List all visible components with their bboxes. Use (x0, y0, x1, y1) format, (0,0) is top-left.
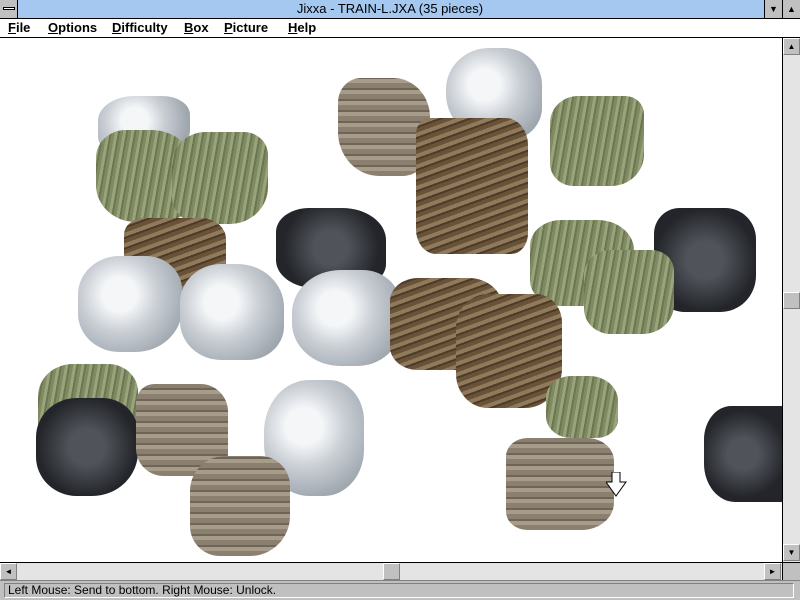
pointer-cursor-icon (606, 472, 627, 497)
system-menu-button[interactable] (0, 0, 18, 18)
menu-help[interactable]: Help (288, 20, 316, 35)
menu-file[interactable]: File (8, 20, 30, 35)
scroll-up-button[interactable]: ▲ (783, 38, 800, 55)
puzzle-piece[interactable] (506, 438, 614, 530)
status-bar: Left Mouse: Send to bottom. Right Mouse:… (0, 580, 800, 600)
puzzle-piece[interactable] (292, 270, 400, 366)
menu-box[interactable]: Box (184, 20, 209, 35)
puzzle-piece[interactable] (190, 456, 290, 556)
scroll-left-button[interactable]: ◄ (0, 563, 17, 580)
minimize-icon: ▼ (769, 3, 778, 14)
puzzle-piece[interactable] (416, 118, 528, 254)
puzzle-piece[interactable] (550, 96, 644, 186)
puzzle-piece[interactable] (546, 376, 618, 438)
puzzle-piece[interactable] (172, 132, 268, 224)
status-text: Left Mouse: Send to bottom. Right Mouse:… (4, 583, 794, 598)
puzzle-piece[interactable] (584, 250, 674, 334)
menu-picture[interactable]: Picture (224, 20, 268, 35)
horizontal-scrollbar[interactable]: ◄ ► (0, 562, 782, 580)
menu-options[interactable]: Options (48, 20, 97, 35)
menu-difficulty[interactable]: Difficulty (112, 20, 168, 35)
horizontal-scroll-thumb[interactable] (383, 563, 400, 580)
arrow-up-icon: ▲ (787, 42, 796, 51)
maximize-button[interactable]: ▲ (782, 0, 800, 18)
scroll-right-button[interactable]: ► (764, 563, 781, 580)
maximize-icon: ▲ (787, 3, 796, 14)
vertical-scrollbar[interactable]: ▲ ▼ (782, 38, 800, 562)
minimize-button[interactable]: ▼ (764, 0, 782, 18)
scrollbar-corner (782, 562, 800, 580)
puzzle-piece[interactable] (36, 398, 138, 496)
puzzle-canvas[interactable] (0, 38, 782, 562)
arrow-down-icon: ▼ (787, 548, 796, 557)
window-title: Jixxa - TRAIN-L.JXA (35 pieces) (296, 1, 484, 16)
scroll-down-button[interactable]: ▼ (783, 544, 800, 561)
system-menu-icon (3, 7, 15, 10)
arrow-left-icon: ◄ (4, 567, 13, 576)
puzzle-piece[interactable] (78, 256, 182, 352)
arrow-right-icon: ► (768, 567, 777, 576)
vertical-scroll-thumb[interactable] (783, 292, 800, 309)
title-bar[interactable]: Jixxa - TRAIN-L.JXA (35 pieces) ▼ ▲ (0, 0, 800, 19)
menu-bar: File Options Difficulty Box Picture Help (0, 19, 800, 38)
puzzle-piece[interactable] (704, 406, 782, 502)
puzzle-piece[interactable] (180, 264, 284, 360)
